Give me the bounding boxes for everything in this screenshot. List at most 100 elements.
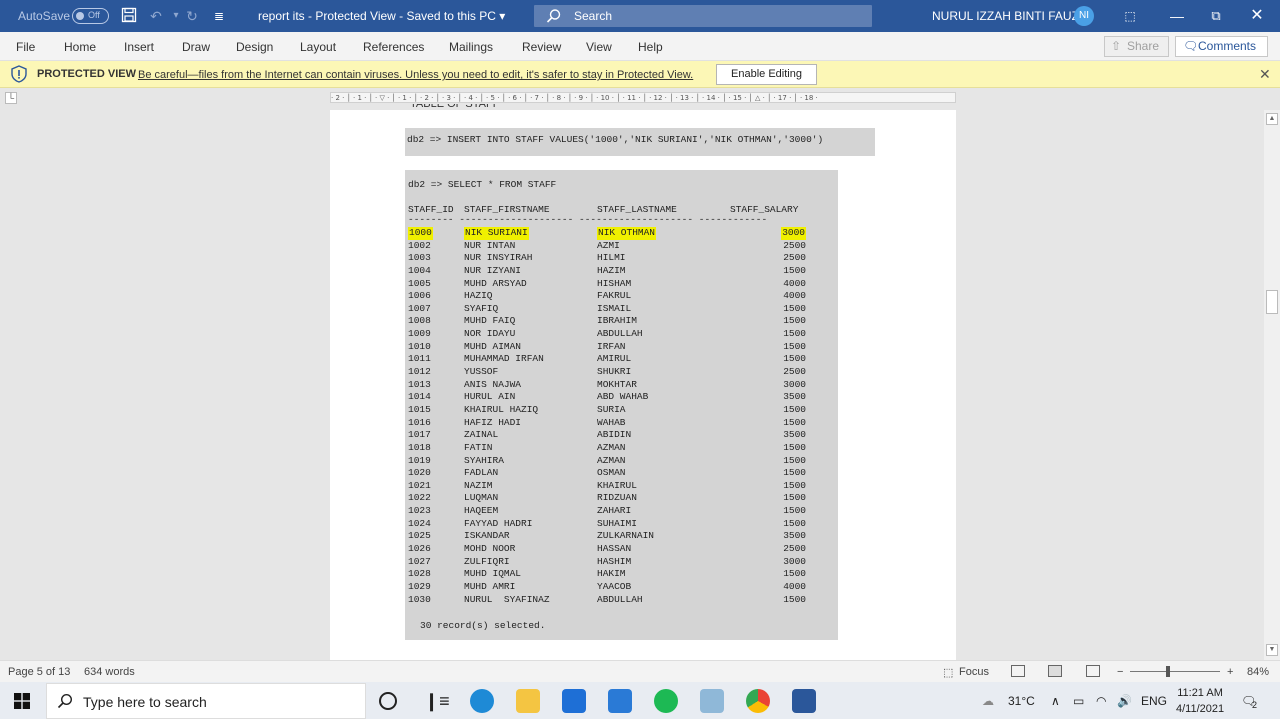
cell-staff-id: 1011 — [408, 353, 431, 365]
cell-staff-firstname: HURUL AIN — [464, 391, 516, 403]
cell-staff-salary: 1500 — [783, 302, 806, 314]
user-name[interactable]: NURUL IZZAH BINTI FAUZI — [932, 9, 1082, 23]
cell-staff-firstname: KHAIRUL HAZIQ — [464, 403, 539, 415]
cell-staff-id: 1025 — [408, 530, 431, 542]
table-row: 1010 MUHD AIMAN IRFAN 1500 — [405, 341, 838, 354]
menu-insert[interactable]: Insert — [124, 40, 154, 54]
minimize-icon[interactable]: — — [1167, 6, 1187, 26]
protected-view-title: PROTECTED VIEW — [37, 68, 137, 80]
page-count[interactable]: Page 5 of 13 — [8, 666, 70, 678]
cell-staff-lastname: HAKIM — [597, 568, 626, 580]
comments-button[interactable]: 🗨 Comments — [1175, 36, 1268, 57]
task-view-icon[interactable]: ❙≡ — [424, 689, 450, 713]
wifi-icon[interactable]: ◠ — [1096, 694, 1106, 708]
zoom-out-button[interactable]: − — [1117, 666, 1123, 678]
temperature[interactable]: 31°C — [1008, 694, 1035, 708]
close-icon[interactable]: ✕ — [1247, 6, 1267, 26]
menu-mailings[interactable]: Mailings — [449, 40, 493, 54]
tab-selector[interactable]: └ — [5, 92, 17, 104]
cell-staff-firstname: NOR IDAYU — [464, 328, 516, 340]
cell-staff-lastname: MOKHTAR — [597, 378, 637, 390]
edge-icon[interactable] — [470, 689, 494, 713]
table-row: 1030 NURUL SYAFINAZ ABDULLAH 1500 — [405, 594, 838, 607]
cell-staff-id: 1006 — [408, 290, 431, 302]
autosave-toggle[interactable]: Off — [72, 8, 109, 24]
menu-layout[interactable]: Layout — [300, 40, 336, 54]
scroll-up-icon[interactable]: ▲ — [1266, 113, 1278, 125]
cell-staff-salary: 3000 — [781, 227, 806, 240]
vertical-scrollbar[interactable]: ▲ ▼ — [1264, 110, 1280, 660]
menu-design[interactable]: Design — [236, 40, 273, 54]
zoom-in-button[interactable]: + — [1227, 666, 1233, 678]
spotify-icon[interactable] — [654, 689, 678, 713]
battery-icon[interactable]: ▭ — [1073, 694, 1084, 708]
cell-staff-id: 1003 — [408, 252, 431, 264]
word-count[interactable]: 634 words — [84, 666, 135, 678]
chrome-icon[interactable] — [746, 689, 770, 713]
weather-icon[interactable]: ☁ — [982, 694, 994, 708]
table-row: 1000 NIK SURIANI NIK OTHMAN 3000 — [405, 227, 838, 240]
redo-icon[interactable]: ↻ — [183, 7, 201, 25]
restore-icon[interactable]: ⧉ — [1206, 6, 1226, 26]
focus-label[interactable]: Focus — [959, 666, 989, 678]
menu-view[interactable]: View — [586, 40, 612, 54]
windows-start-icon[interactable] — [14, 693, 30, 709]
taskbar-search[interactable]: Type here to search — [46, 683, 366, 719]
table-row: 1008 MUHD FAIQ IBRAHIM 1500 — [405, 315, 838, 328]
table-row: 1016 HAFIZ HADI WAHAB 1500 — [405, 417, 838, 430]
close-icon[interactable]: ✕ — [1259, 66, 1271, 83]
ribbon-display-icon[interactable]: ⬚ — [1120, 6, 1140, 26]
word-icon[interactable] — [792, 689, 816, 713]
avatar[interactable]: NI — [1074, 6, 1094, 26]
vscode-icon[interactable] — [608, 689, 632, 713]
read-mode-icon[interactable] — [1011, 665, 1025, 677]
volume-icon[interactable]: 🔊 — [1117, 694, 1132, 708]
undo-icon[interactable]: ↶ — [147, 7, 165, 25]
chevron-up-icon[interactable]: ∧ — [1051, 694, 1060, 708]
menu-draw[interactable]: Draw — [182, 40, 210, 54]
cell-staff-salary: 1500 — [783, 353, 806, 365]
enable-editing-button[interactable]: Enable Editing — [716, 64, 817, 85]
cortana-icon[interactable] — [379, 692, 397, 710]
table-row: 1023 HAQEEM ZAHARI 1500 — [405, 505, 838, 518]
taskbar-search-placeholder: Type here to search — [83, 694, 207, 710]
menu-references[interactable]: References — [363, 40, 424, 54]
print-layout-icon[interactable] — [1048, 665, 1062, 677]
customize-toolbar-icon[interactable]: ≣ — [210, 7, 228, 25]
zoom-level[interactable]: 84% — [1247, 666, 1269, 678]
comment-icon: 🗨 — [1183, 39, 1199, 53]
table-row: 1024 FAYYAD HADRI SUHAIMI 1500 — [405, 518, 838, 531]
language-indicator[interactable]: ENG — [1141, 694, 1167, 708]
cell-staff-lastname: ABDULLAH — [597, 593, 643, 605]
web-layout-icon[interactable] — [1086, 665, 1100, 677]
cell-staff-id: 1021 — [408, 479, 431, 491]
search-box[interactable]: Search — [534, 5, 872, 27]
menu-review[interactable]: Review — [522, 40, 561, 54]
focus-icon[interactable]: ⬚ — [943, 666, 953, 679]
mail-icon[interactable] — [562, 689, 586, 713]
cell-staff-salary: 1500 — [783, 403, 806, 415]
cell-staff-salary: 3500 — [783, 429, 806, 441]
table-row: 1026 MOHD NOOR HASSAN 2500 — [405, 543, 838, 556]
cell-staff-salary: 4000 — [783, 580, 806, 592]
share-button[interactable]: ⇧ Share — [1104, 36, 1169, 57]
protected-view-message[interactable]: Be careful—files from the Internet can c… — [138, 69, 693, 81]
table-row: 1014 HURUL AIN ABD WAHAB 3500 — [405, 391, 838, 404]
cell-staff-salary: 1500 — [783, 416, 806, 428]
zoom-slider[interactable] — [1130, 671, 1220, 672]
menu-home[interactable]: Home — [64, 40, 96, 54]
insert-command-block: db2 => INSERT INTO STAFF VALUES('1000','… — [405, 128, 875, 156]
scroll-down-icon[interactable]: ▼ — [1266, 644, 1278, 656]
clock[interactable]: 11:21 AM 4/11/2021 — [1176, 685, 1224, 717]
cell-staff-salary: 1500 — [783, 340, 806, 352]
file-explorer-icon[interactable] — [516, 689, 540, 713]
horizontal-ruler[interactable]: · 2 · │ · 1 · │ · ▽ · │ · 1 · │ · 2 · │ … — [330, 92, 956, 103]
save-icon[interactable] — [120, 7, 138, 25]
zoom-slider-thumb[interactable] — [1166, 666, 1170, 677]
menu-help[interactable]: Help — [638, 40, 663, 54]
document-title[interactable]: report its - Protected View - Saved to t… — [258, 9, 505, 23]
cell-staff-firstname: NUR IZYANI — [464, 264, 522, 276]
scroll-thumb[interactable] — [1266, 290, 1278, 314]
menu-file[interactable]: File — [16, 40, 35, 54]
app-icon[interactable] — [700, 689, 724, 713]
